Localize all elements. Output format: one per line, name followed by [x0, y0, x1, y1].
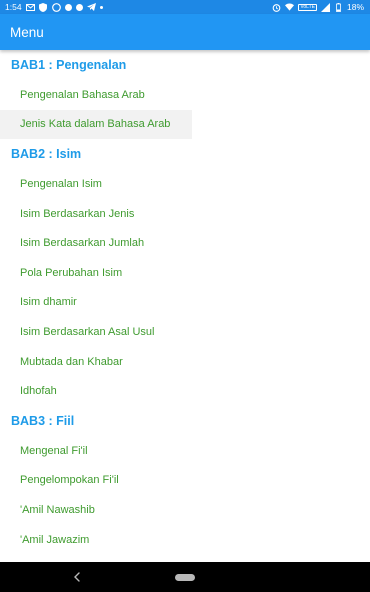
section-header-bab1: BAB1 : Pengenalan: [11, 58, 127, 72]
home-pill-icon[interactable]: [175, 574, 195, 581]
whatsapp-icon: [51, 2, 61, 12]
back-icon[interactable]: [71, 570, 83, 584]
menu-item-jenis-kata[interactable]: Jenis Kata dalam Bahasa Arab: [0, 109, 192, 140]
mail-icon: [25, 3, 35, 12]
menu-item-mubtada-khabar[interactable]: Mubtada dan Khabar: [0, 347, 370, 377]
menu-item-amil-nawashib[interactable]: 'Amil Nawashib: [0, 495, 370, 525]
alarm-icon: [272, 3, 281, 12]
status-left: 1:54: [5, 1, 103, 12]
menu-item-idhofah[interactable]: Idhofah: [0, 376, 370, 406]
menu-item-pengenalan-bahasa-arab[interactable]: Pengenalan Bahasa Arab: [0, 80, 370, 110]
telegram-icon: [86, 3, 96, 12]
menu-item-isim-asal-usul[interactable]: Isim Berdasarkan Asal Usul: [0, 317, 370, 347]
wifi-icon: [285, 3, 295, 12]
menu-item-mengenal-fiil[interactable]: Mengenal Fi'il: [0, 436, 370, 466]
signal-icon: [320, 2, 330, 12]
section-header-bab3: BAB3 : Fiil: [11, 413, 75, 428]
menu-item-pola-perubahan-isim[interactable]: Pola Perubahan Isim: [0, 258, 370, 288]
menu-item-amil-jawazim[interactable]: 'Amil Jawazim: [0, 525, 370, 555]
shield-icon: [39, 2, 48, 12]
status-bar: 1:54 VoLTE 18%: [0, 0, 370, 14]
navigation-bar: [0, 562, 370, 592]
more-notifications-icon: [99, 5, 103, 9]
volte-badge: VoLTE: [298, 3, 317, 11]
notification-dot-icon: [75, 3, 83, 11]
menu-item-isim-jumlah[interactable]: Isim Berdasarkan Jumlah: [0, 228, 370, 258]
menu-item-isim-dhamir[interactable]: Isim dhamir: [0, 288, 370, 318]
status-time: 1:54: [5, 1, 22, 12]
battery-percent: 18%: [346, 1, 364, 12]
app-bar: Menu: [0, 14, 370, 50]
menu-list[interactable]: BAB1 : Pengenalan Pengenalan Bahasa Arab…: [0, 50, 370, 562]
status-right: VoLTE 18%: [272, 1, 364, 12]
battery-icon: [334, 2, 343, 12]
notification-dot-icon: [64, 3, 72, 11]
menu-item-pengenalan-isim[interactable]: Pengenalan Isim: [0, 169, 370, 199]
section-header-bab2: BAB2 : Isim: [11, 147, 82, 162]
menu-item-isim-jenis[interactable]: Isim Berdasarkan Jenis: [0, 199, 370, 229]
page-title: Menu: [10, 24, 44, 40]
menu-item-pengelompokan-fiil[interactable]: Pengelompokan Fi'il: [0, 466, 370, 496]
